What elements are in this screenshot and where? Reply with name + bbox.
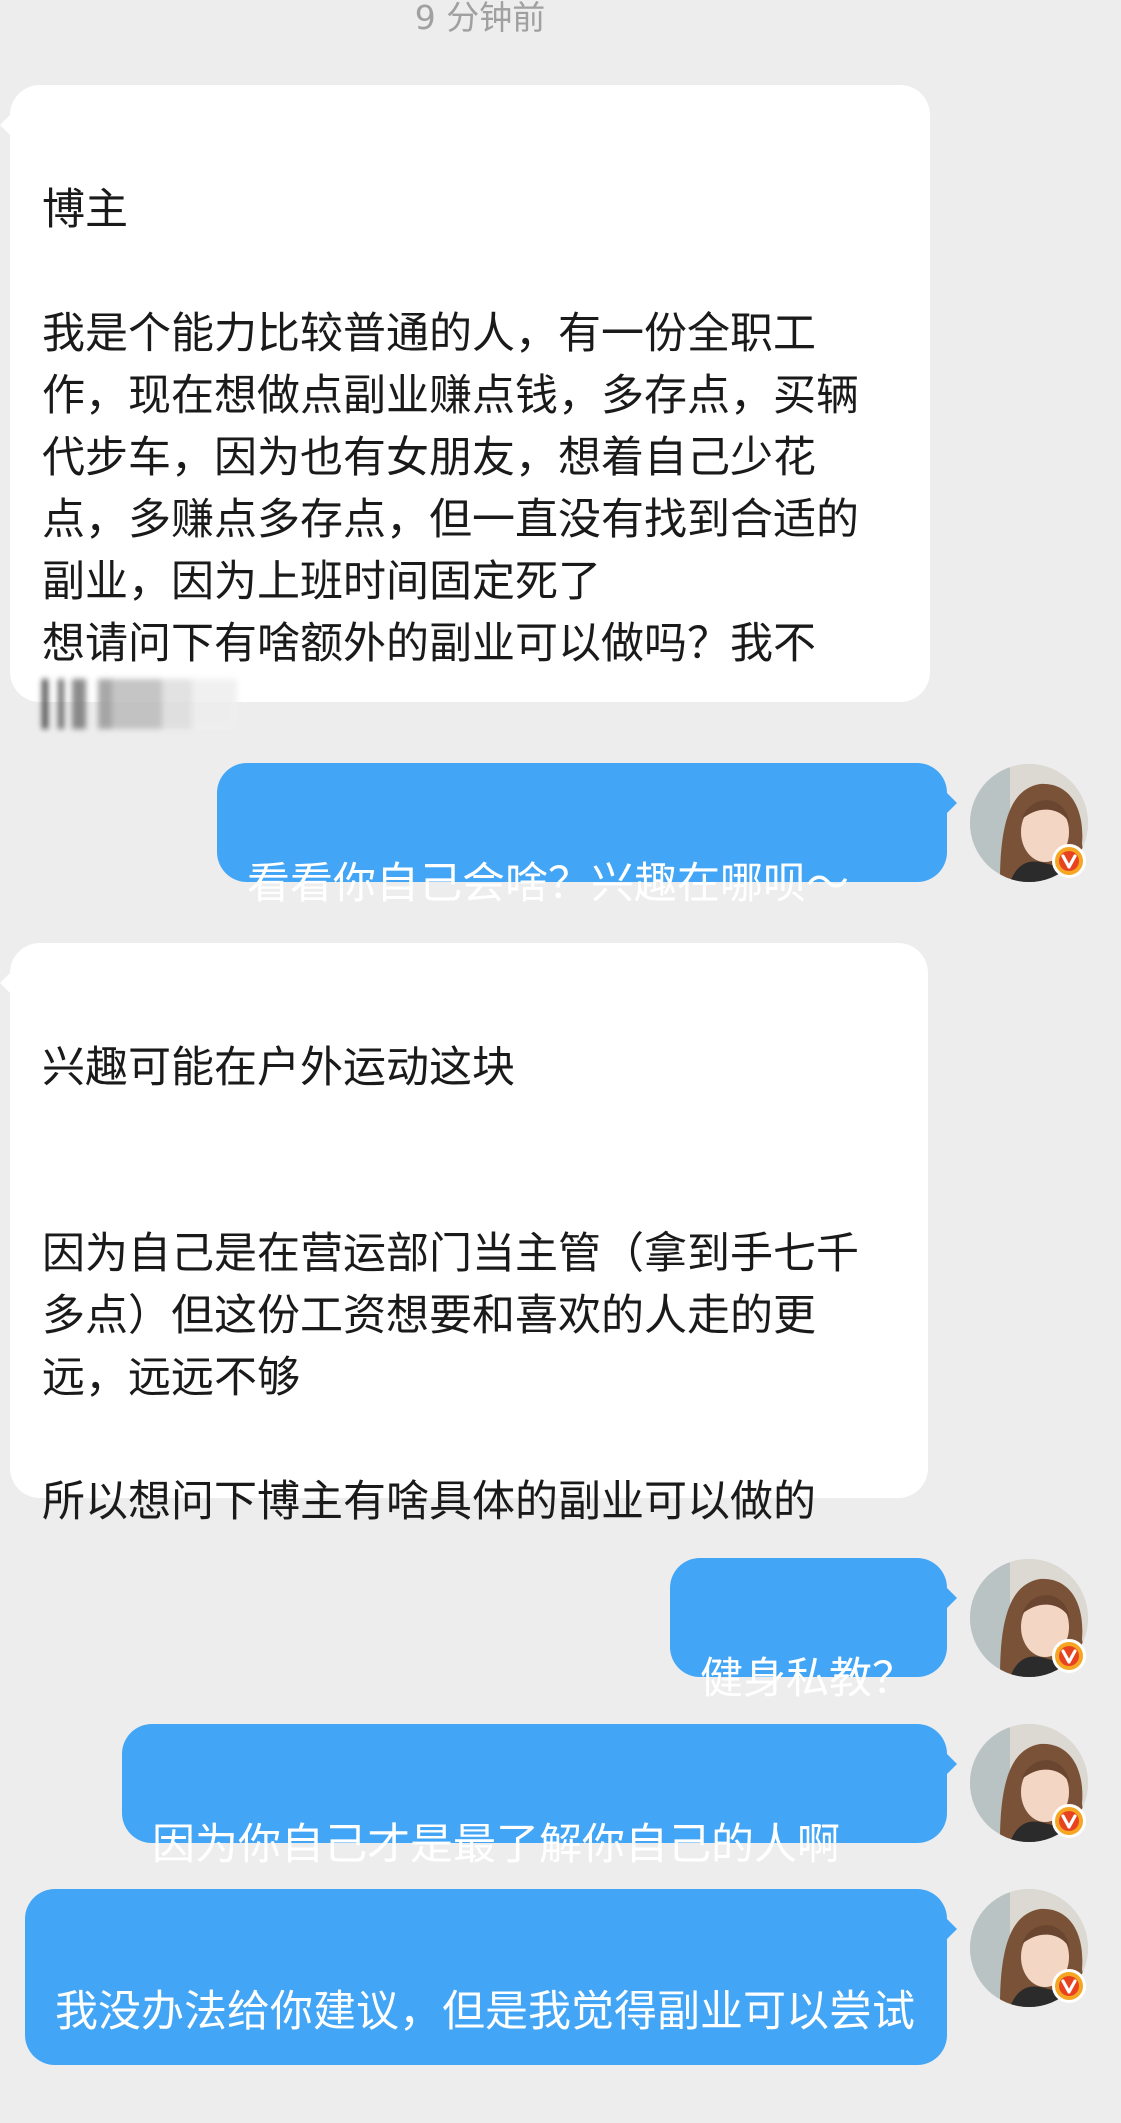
verified-v-icon xyxy=(1052,844,1086,878)
incoming-message-bubble[interactable]: 兴趣可能在户外运动这块 因为自己是在营运部门当主管（拿到手七千多点）但这份工资想… xyxy=(0,943,928,1527)
chat-screen: 9 分钟前 博主 我是个能力比较普通的人，有一份全职工作，现在想做点副业赚点钱，… xyxy=(0,0,1121,2123)
message-text: 因为你自己才是最了解你自己的人啊 xyxy=(152,1820,840,1870)
verified-v-icon xyxy=(1052,1969,1086,2003)
message-text: 博主 我是个能力比较普通的人，有一份全职工作，现在想做点副业赚点钱，多存点，买辆… xyxy=(42,185,859,669)
outgoing-message-bubble[interactable]: 看看你自己会啥？兴趣在哪呗～ xyxy=(217,763,957,909)
verified-v-icon xyxy=(1052,1804,1086,1838)
incoming-message-bubble[interactable]: 博主 我是个能力比较普通的人，有一份全职工作，现在想做点副业赚点钱，多存点，买辆… xyxy=(0,85,930,729)
verified-v-icon xyxy=(1052,1639,1086,1673)
message-text: 看看你自己会啥？兴趣在哪呗～ xyxy=(247,859,849,909)
message-text: 兴趣可能在户外运动这块 因为自己是在营运部门当主管（拿到手七千多点）但这份工资想… xyxy=(42,1043,859,1527)
outgoing-message-bubble[interactable]: 健身私教？ xyxy=(670,1558,957,1704)
user-avatar[interactable] xyxy=(970,1724,1088,1842)
outgoing-message-bubble[interactable]: 我没办法给你建议，但是我觉得副业可以尝试 xyxy=(25,1889,957,2065)
message-text: 健身私教？ xyxy=(700,1654,915,1704)
user-avatar[interactable] xyxy=(970,764,1088,882)
message-text: 我没办法给你建议，但是我觉得副业可以尝试 xyxy=(55,1987,915,2037)
message-timestamp: 9 分钟前 xyxy=(414,0,546,37)
user-avatar[interactable] xyxy=(970,1889,1088,2007)
user-avatar[interactable] xyxy=(970,1559,1088,1677)
blurred-text-redaction xyxy=(42,679,237,729)
outgoing-message-bubble[interactable]: 因为你自己才是最了解你自己的人啊 xyxy=(122,1724,957,1870)
